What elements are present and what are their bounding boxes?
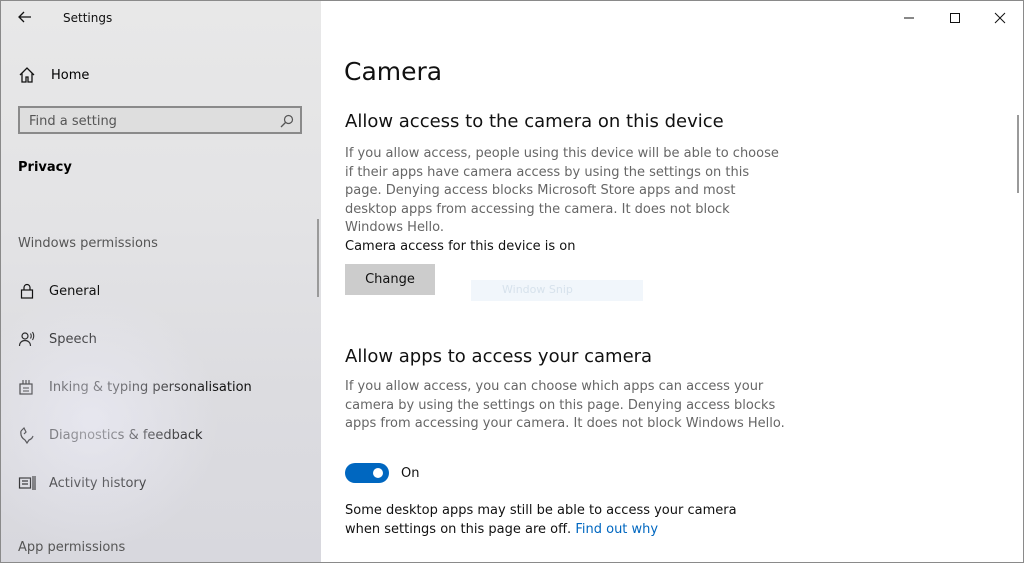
sidebar-item-diagnostics[interactable]: Diagnostics & feedback — [17, 424, 203, 446]
home-icon — [17, 65, 37, 85]
sidebar-item-general[interactable]: General — [17, 280, 100, 302]
activity-icon — [17, 473, 37, 493]
minimize-button[interactable] — [894, 7, 924, 29]
back-arrow-icon[interactable] — [17, 9, 37, 27]
close-button[interactable] — [985, 7, 1015, 29]
close-icon — [994, 12, 1006, 24]
app-access-description: If you allow access, you can choose whic… — [345, 379, 785, 431]
maximize-button[interactable] — [940, 7, 970, 29]
sidebar-item-label: Activity history — [49, 475, 147, 491]
sidebar-item-label: General — [49, 283, 101, 299]
sidebar: Settings Home Privacy Windows permission… — [1, 1, 321, 562]
device-access-status: Camera access for this device is on — [345, 239, 576, 254]
search-input[interactable] — [29, 112, 269, 130]
find-out-why-link[interactable]: Find out why — [575, 522, 658, 537]
search-icon — [280, 113, 294, 128]
sidebar-scrollbar[interactable] — [317, 219, 319, 297]
page-title: Camera — [344, 57, 443, 86]
group-label-app-permissions: App permissions — [18, 540, 126, 555]
sidebar-item-home[interactable]: Home — [17, 65, 89, 85]
section-title: Privacy — [18, 160, 72, 175]
minimize-icon — [904, 17, 914, 19]
sidebar-item-speech[interactable]: Speech — [17, 328, 97, 350]
sidebar-item-label: Speech — [49, 331, 97, 347]
diagnostics-icon — [17, 425, 37, 445]
toggle-state-label: On — [401, 466, 420, 481]
app-access-toggle[interactable] — [345, 463, 389, 483]
inking-icon — [17, 377, 37, 397]
desktop-apps-note: Some desktop apps may still be able to a… — [345, 502, 775, 539]
change-button[interactable]: Change — [345, 264, 435, 295]
group-label-windows-permissions: Windows permissions — [18, 236, 158, 251]
sidebar-item-label: Inking & typing personalisation — [49, 379, 252, 395]
app-access-heading: Allow apps to access your camera — [345, 346, 653, 367]
toggle-knob — [373, 468, 383, 478]
window-snip-overlay: Window Snip — [471, 280, 643, 301]
search-box[interactable] — [18, 106, 302, 134]
device-access-heading: Allow access to the camera on this devic… — [345, 111, 724, 132]
note-text: Some desktop apps may still be able to a… — [345, 503, 737, 537]
device-access-description: If you allow access, people using this d… — [345, 146, 779, 235]
settings-window: Settings Home Privacy Windows permission… — [0, 0, 1024, 563]
sidebar-item-activity-history[interactable]: Activity history — [17, 472, 146, 494]
maximize-icon — [950, 13, 960, 23]
sidebar-item-inking[interactable]: Inking & typing personalisation — [17, 376, 252, 398]
sidebar-item-label: Home — [51, 67, 90, 83]
main-content: Camera Allow access to the camera on thi… — [321, 1, 1023, 562]
window-title: Settings — [63, 11, 113, 25]
speech-icon — [17, 329, 37, 349]
sidebar-item-label: Diagnostics & feedback — [49, 427, 203, 443]
window-snip-label: Window Snip — [502, 283, 573, 296]
main-scrollbar[interactable] — [1017, 115, 1019, 193]
lock-icon — [17, 281, 37, 301]
